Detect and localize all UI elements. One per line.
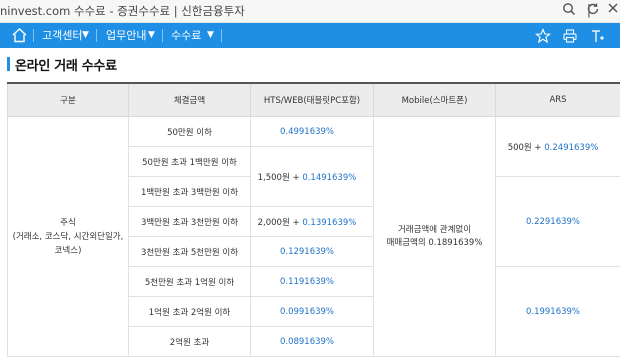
amount-cell: 1백만원 초과 3백만원 이하 xyxy=(129,177,251,207)
chevron-down-icon[interactable]: ▼ xyxy=(148,23,155,48)
header-trade-amount: 체결금액 xyxy=(129,83,251,117)
home-icon[interactable] xyxy=(10,26,29,45)
header-hts-web: HTS/WEB(태블릿PC포함) xyxy=(251,83,374,117)
hts-rate: 0.4991639% xyxy=(280,127,334,137)
mobile-rate-line: 매매금액의 0.1891639% xyxy=(387,238,483,248)
page-title: ninvest.com 수수료 - 증권수수료 | 신한금융투자 xyxy=(0,3,245,19)
nav-divider xyxy=(96,29,97,42)
header-category: 구분 xyxy=(8,83,129,117)
hts-rate: 0.1391639% xyxy=(302,218,356,228)
chevron-down-icon[interactable]: ▼ xyxy=(207,23,214,48)
ars-rate: 0.1991639% xyxy=(526,307,580,317)
header-ars: ARS xyxy=(496,83,620,117)
amount-cell: 1억원 초과 2억원 이하 xyxy=(129,297,251,327)
print-icon[interactable] xyxy=(562,28,578,44)
hts-fixed-fee: 2,000원 + xyxy=(258,218,303,228)
ars-rate-cell: 500원 + 0.2491639% xyxy=(496,117,620,177)
hts-rate: 0.0991639% xyxy=(280,307,334,317)
nav-item-business-guide[interactable]: 업무안내 xyxy=(106,23,146,48)
nav-divider xyxy=(33,29,34,42)
chevron-down-icon[interactable]: ▼ xyxy=(82,23,89,48)
ars-rate-cell: 0.1991639% xyxy=(496,267,620,357)
hts-rate-cell: 0.0991639% xyxy=(251,297,374,327)
header-mobile: Mobile(스마트폰) xyxy=(374,83,496,117)
amount-cell: 50만원 초과 1백만원 이하 xyxy=(129,147,251,177)
text-size-icon[interactable] xyxy=(590,28,606,44)
section-title: 온라인 거래 수수료 xyxy=(15,55,117,74)
hts-rate-cell: 0.0891639% xyxy=(251,327,374,357)
hts-rate-cell: 2,000원 + 0.1391639% xyxy=(251,207,374,237)
hts-rate-cell: 0.1191639% xyxy=(251,267,374,297)
hts-rate-cell: 1,500원 + 0.1491639% xyxy=(251,147,374,207)
category-sub-label: 코넥스) xyxy=(55,246,82,256)
main-navbar: 고객센터 ▼ 업무안내 ▼ 수수료 ▼ xyxy=(0,23,620,48)
amount-cell: 3천만원 초과 5천만원 이하 xyxy=(129,237,251,267)
nav-item-customer-center[interactable]: 고객센터 xyxy=(42,23,82,48)
hts-rate-cell: 0.1291639% xyxy=(251,237,374,267)
nav-item-fees[interactable]: 수수료 xyxy=(171,23,201,48)
refresh-icon[interactable] xyxy=(584,2,602,20)
table-header-row: 구분 체결금액 HTS/WEB(태블릿PC포함) Mobile(스마트폰) AR… xyxy=(8,83,620,117)
star-icon[interactable] xyxy=(535,28,551,44)
section-heading: 온라인 거래 수수료 xyxy=(7,56,117,72)
nav-divider xyxy=(162,29,163,42)
close-icon[interactable] xyxy=(604,2,620,20)
hts-rate-cell: 0.4991639% xyxy=(251,117,374,147)
hts-rate: 0.1491639% xyxy=(302,173,356,183)
hts-fixed-fee: 1,500원 + xyxy=(258,173,303,183)
mobile-rate-cell: 거래금액에 관계없이 매매금액의 0.1891639% xyxy=(374,117,496,357)
amount-cell: 3백만원 초과 3천만원 이하 xyxy=(129,207,251,237)
amount-cell: 2억원 초과 xyxy=(129,327,251,357)
hts-rate: 0.1291639% xyxy=(280,247,334,257)
heading-accent-bar xyxy=(7,57,10,71)
ars-fixed-fee: 500원 + xyxy=(508,143,545,153)
ars-rate: 0.2491639% xyxy=(544,143,598,153)
hts-rate: 0.1191639% xyxy=(280,277,334,287)
hts-rate: 0.0891639% xyxy=(280,337,334,347)
fee-table: 구분 체결금액 HTS/WEB(태블릿PC포함) Mobile(스마트폰) AR… xyxy=(7,82,620,357)
ars-rate: 0.2291639% xyxy=(526,217,580,227)
browser-title-bar: ninvest.com 수수료 - 증권수수료 | 신한금융투자 | xyxy=(0,0,620,23)
ars-rate-cell: 0.2291639% xyxy=(496,177,620,267)
category-sub-label: (거래소, 코스닥, 시간외단일가, xyxy=(13,232,124,242)
category-cell: 주식 (거래소, 코스닥, 시간외단일가, 코넥스) xyxy=(8,117,129,357)
search-icon[interactable] xyxy=(560,2,578,20)
table-row: 주식 (거래소, 코스닥, 시간외단일가, 코넥스) 50만원 이하 0.499… xyxy=(8,117,620,147)
category-label: 주식 xyxy=(60,218,76,228)
amount-cell: 5천만원 초과 1억원 이하 xyxy=(129,267,251,297)
nav-divider xyxy=(221,29,222,42)
amount-cell: 50만원 이하 xyxy=(129,117,251,147)
mobile-rate-line: 거래금액에 관계없이 xyxy=(398,225,471,235)
